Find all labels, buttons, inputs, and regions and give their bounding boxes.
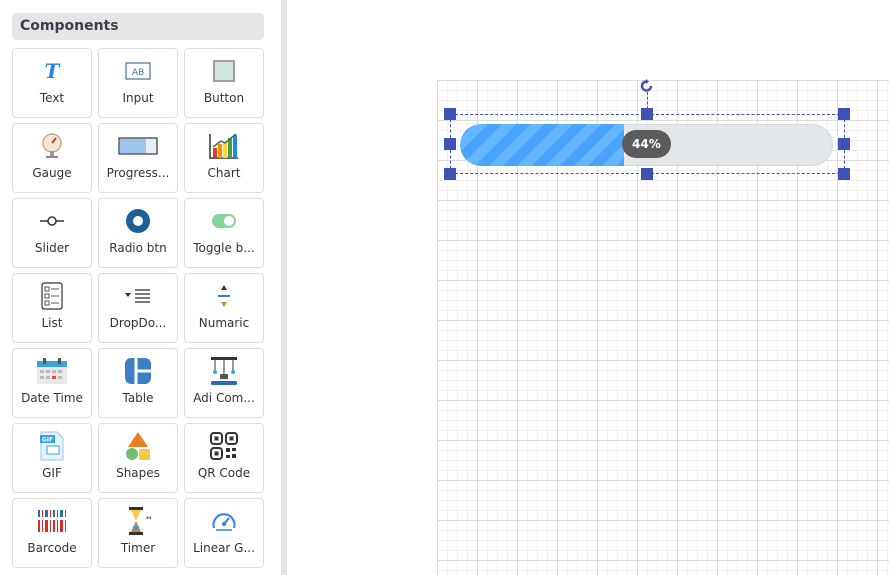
component-tile-dropdown[interactable]: DropDo... xyxy=(98,273,178,343)
component-tile-label: Radio btn xyxy=(109,241,167,255)
component-tile-label: Adi Com... xyxy=(193,391,255,405)
component-tile-barcode[interactable]: Barcode xyxy=(12,498,92,568)
radio-icon xyxy=(99,207,177,235)
components-panel: Components T Text AB Input Button Gauge Progre… xyxy=(0,0,274,575)
gif-icon: GIF xyxy=(13,431,91,461)
resize-handle-bottom-right[interactable] xyxy=(838,168,850,180)
progress-icon xyxy=(99,132,177,160)
component-tile-toggle[interactable]: Toggle b... xyxy=(184,198,264,268)
component-tile-advanced-component[interactable]: Adi Com... xyxy=(184,348,264,418)
components-header: Components xyxy=(12,13,264,40)
component-tile-gauge[interactable]: Gauge xyxy=(12,123,92,193)
component-tile-input[interactable]: AB Input xyxy=(98,48,178,118)
component-tile-label: Shapes xyxy=(116,466,160,480)
component-tile-label: Linear G... xyxy=(193,541,255,555)
list-icon xyxy=(13,282,91,310)
component-tile-label: Numaric xyxy=(198,316,250,330)
component-tile-list[interactable]: List xyxy=(12,273,92,343)
svg-text:GIF: GIF xyxy=(42,437,53,444)
input-icon: AB xyxy=(99,57,177,85)
numeric-icon xyxy=(185,282,263,310)
barcode-icon xyxy=(13,507,91,535)
svg-text:T: T xyxy=(45,60,62,82)
svg-text:AB: AB xyxy=(132,68,144,78)
advanced-component-icon xyxy=(185,357,263,385)
component-tile-button[interactable]: Button xyxy=(184,48,264,118)
resize-handle-bottom-left[interactable] xyxy=(444,168,456,180)
resize-handle-bottom[interactable] xyxy=(641,168,653,180)
linear-gauge-icon xyxy=(185,507,263,535)
component-tile-calendar[interactable]: Date Time xyxy=(12,348,92,418)
timer-icon: ↔ xyxy=(99,507,177,535)
component-tile-label: QR Code xyxy=(197,466,251,480)
component-tile-gif[interactable]: GIF GIF xyxy=(12,423,92,493)
component-tile-label: Input xyxy=(122,91,154,105)
resize-handle-top-left[interactable] xyxy=(444,108,456,120)
slider-icon xyxy=(13,207,91,235)
component-tile-text[interactable]: T Text xyxy=(12,48,92,118)
resize-handle-top[interactable] xyxy=(641,108,653,120)
dropdown-icon xyxy=(99,282,177,310)
component-tile-table[interactable]: Table xyxy=(98,348,178,418)
progress-value-badge: 44% xyxy=(622,130,671,158)
text-icon: T xyxy=(13,57,91,85)
resize-handle-left[interactable] xyxy=(444,138,456,150)
component-tile-linear-gauge[interactable]: Linear G... xyxy=(184,498,264,568)
gauge-icon xyxy=(13,132,91,160)
svg-text:↔: ↔ xyxy=(146,514,151,522)
component-tile-radio[interactable]: Radio btn xyxy=(98,198,178,268)
component-tile-label: Timer xyxy=(120,541,156,555)
component-tile-timer[interactable]: ↔ Timer xyxy=(98,498,178,568)
component-tile-shapes[interactable]: Shapes xyxy=(98,423,178,493)
component-tile-label: Gauge xyxy=(32,166,72,180)
component-tile-progress[interactable]: Progress... xyxy=(98,123,178,193)
component-tile-numeric[interactable]: Numaric xyxy=(184,273,264,343)
component-tile-label: Date Time xyxy=(21,391,83,405)
resize-handle-right[interactable] xyxy=(838,138,850,150)
component-tile-label: Toggle b... xyxy=(193,241,255,255)
table-icon xyxy=(99,357,177,385)
toggle-icon xyxy=(185,207,263,235)
component-tile-label: List xyxy=(41,316,63,330)
button-icon xyxy=(185,57,263,85)
component-tile-label: Progress... xyxy=(106,166,170,180)
component-tile-slider[interactable]: Slider xyxy=(12,198,92,268)
component-tile-label: DropDo... xyxy=(109,316,167,330)
component-tile-label: Button xyxy=(203,91,245,105)
component-tile-label: Slider xyxy=(34,241,70,255)
qr-code-icon xyxy=(185,432,263,460)
component-tile-qr-code[interactable]: QR Code xyxy=(184,423,264,493)
resize-handle-top-right[interactable] xyxy=(838,108,850,120)
calendar-icon xyxy=(13,357,91,385)
component-tile-chart[interactable]: Chart xyxy=(184,123,264,193)
component-tile-label: GIF xyxy=(42,466,62,480)
component-tile-label: Barcode xyxy=(27,541,77,555)
component-tile-label: Table xyxy=(122,391,154,405)
panel-divider[interactable] xyxy=(281,0,287,575)
rotate-handle-icon[interactable] xyxy=(639,78,655,94)
chart-icon xyxy=(185,132,263,160)
shapes-icon xyxy=(99,432,177,460)
progress-fill xyxy=(460,124,624,166)
component-tile-label: Text xyxy=(39,91,65,105)
component-tile-label: Chart xyxy=(207,166,241,180)
